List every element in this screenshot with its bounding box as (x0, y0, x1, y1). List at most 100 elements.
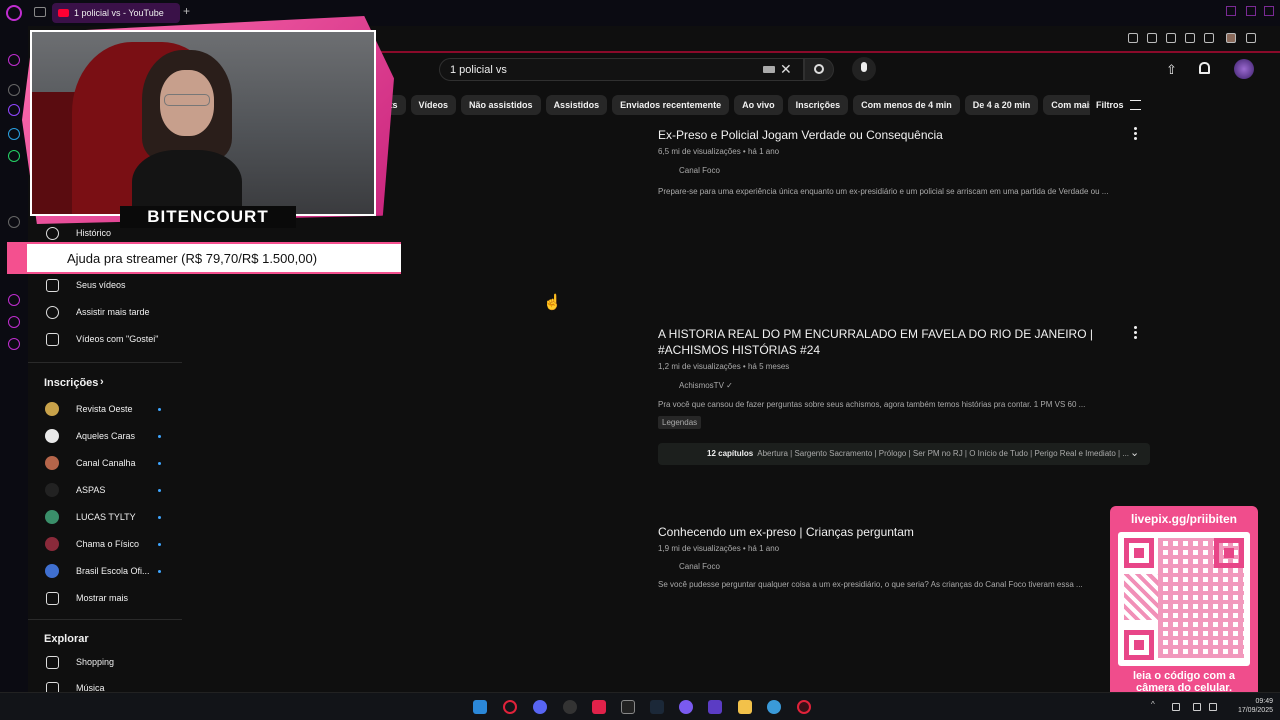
account-avatar[interactable] (1234, 59, 1254, 79)
video-title[interactable]: Conhecendo um ex-preso | Crianças pergun… (658, 524, 1158, 540)
filter-chip[interactable]: Assistidos (545, 95, 608, 115)
clear-search-icon[interactable]: ✕ (780, 61, 792, 78)
history-sidebar-icon[interactable] (8, 294, 20, 306)
filter-chip[interactable]: De 4 a 20 min (964, 95, 1039, 115)
search-button[interactable] (804, 58, 834, 81)
qr-code-icon (1118, 532, 1250, 666)
network-icon[interactable] (1193, 703, 1201, 711)
video-meta: 1,9 mi de visualizações • há 1 ano (658, 544, 780, 553)
player-icon[interactable] (1185, 33, 1195, 43)
sidebar-item-1[interactable]: Seus vídeos (28, 274, 182, 298)
streamer-name: BITENCOURT (120, 206, 296, 228)
channel-name[interactable]: Canal Foco (658, 166, 1158, 175)
bookmark-icon[interactable] (1128, 33, 1138, 43)
sidebar-item-3[interactable]: Vídeos com "Gostei" (28, 328, 182, 352)
search-input[interactable]: 1 policial vs (439, 58, 804, 81)
whatsapp-icon[interactable] (8, 150, 20, 162)
sidebar-item-2[interactable]: Assistir mais tarde (28, 301, 182, 325)
filter-chip[interactable]: Inscrições (787, 95, 849, 115)
settings-icon[interactable] (8, 84, 20, 96)
tray-app-icon[interactable] (1172, 703, 1180, 711)
maximize-icon[interactable] (1246, 6, 1256, 16)
windows-start-icon[interactable] (473, 700, 487, 714)
messenger-icon[interactable] (8, 128, 20, 140)
opera-active-icon[interactable] (797, 700, 811, 714)
filter-chip[interactable]: Com menos de 4 min (853, 95, 960, 115)
extensions-icon[interactable] (1166, 33, 1176, 43)
discord-icon[interactable] (533, 700, 547, 714)
subscription-item[interactable]: Chama o Físico (28, 533, 182, 557)
sidebar-settings-icon[interactable] (8, 338, 20, 350)
chevron-right-icon[interactable]: › (100, 376, 104, 388)
filter-chip[interactable]: Não assistidos (461, 95, 541, 115)
video-title[interactable]: Ex-Preso e Policial Jogam Verdade ou Con… (658, 127, 1158, 143)
video-title[interactable]: A HISTORIA REAL DO PM ENCURRALADO EM FAV… (658, 326, 1128, 358)
subscription-item[interactable]: LUCAS TYLTY (28, 506, 182, 530)
sidebar-divider (28, 362, 182, 363)
subscription-item[interactable]: Canal Canalha (28, 452, 182, 476)
volume-icon[interactable] (1209, 703, 1217, 711)
close-window-icon[interactable] (1264, 6, 1274, 16)
browser-tab[interactable]: 1 policial vs - YouTube (52, 3, 180, 23)
voice-search-button[interactable] (852, 57, 876, 81)
video-result-2[interactable]: A HISTORIA REAL DO PM ENCURRALADO EM FAV… (658, 326, 1128, 430)
chapters-count: 12 capítulos (707, 449, 754, 458)
subscription-item[interactable]: Revista Oeste (28, 398, 182, 422)
workspace-icon[interactable] (34, 7, 46, 17)
channel-avatar (45, 564, 59, 578)
channel-avatar (45, 456, 59, 470)
channel-name[interactable]: Canal Foco (658, 562, 1158, 571)
chapters-bar[interactable]: 12 capítulos Abertura | Sargento Sacramen… (658, 443, 1150, 465)
channel-avatar (45, 483, 59, 497)
opera-messenger-icon[interactable] (8, 54, 20, 66)
filters-button[interactable]: Filtros (1096, 100, 1124, 110)
subscription-item[interactable]: Brasil Escola Ofi... (28, 560, 182, 584)
video-result-3[interactable]: Conhecendo um ex-preso | Crianças pergun… (658, 524, 1158, 589)
sidebar-item-label: Histórico (76, 228, 112, 238)
heart-icon[interactable] (1204, 33, 1214, 43)
channel-name[interactable]: AchismosTV ✓ (658, 381, 1128, 390)
new-content-dot (158, 408, 161, 411)
sidebar-divider (28, 619, 182, 620)
twitch-icon[interactable] (8, 104, 20, 116)
minimize-icon[interactable] (1226, 6, 1236, 16)
filter-chip[interactable]: Vídeos (410, 95, 457, 115)
video-result-1[interactable]: Ex-Preso e Policial Jogam Verdade ou Con… (658, 127, 1158, 196)
upload-icon[interactable]: ⇧ (1166, 62, 1177, 78)
chevron-down-icon[interactable]: ⌄ (1130, 446, 1139, 459)
steam-icon[interactable] (650, 700, 664, 714)
new-tab-plus-icon[interactable]: + (183, 4, 190, 18)
more-options-icon[interactable] (1134, 127, 1137, 142)
tiktok-icon[interactable] (592, 700, 606, 714)
copilot-icon[interactable] (679, 700, 693, 714)
tray-chevron-icon[interactable]: ^ (1151, 700, 1159, 709)
obs-icon[interactable] (708, 700, 722, 714)
subscription-item[interactable]: Aqueles Caras (28, 425, 182, 449)
sidebar-item-label: Chama o Físico (76, 539, 140, 549)
subscriptions-heading[interactable]: Inscrições (44, 377, 98, 389)
subscription-item[interactable]: ASPAS (28, 479, 182, 503)
filter-chip[interactable]: Enviados recentemente (612, 95, 730, 115)
filter-chip[interactable]: Com mais (1043, 95, 1090, 115)
clock[interactable]: 09:49 17/09/2025 (1228, 697, 1273, 715)
app-icon[interactable] (563, 700, 577, 714)
epic-games-icon[interactable] (621, 700, 635, 714)
show-more-button[interactable]: Mostrar mais (28, 587, 182, 611)
opera-gx-icon[interactable] (503, 700, 517, 714)
menu-icon[interactable] (1246, 33, 1256, 43)
edge-icon[interactable] (767, 700, 781, 714)
profile-icon[interactable] (1226, 33, 1236, 43)
file-explorer-icon[interactable] (738, 700, 752, 714)
sidebar-item-label: Revista Oeste (76, 404, 133, 414)
keyboard-icon[interactable] (763, 66, 775, 73)
more-options-icon[interactable] (1134, 326, 1137, 341)
notifications-bell-icon[interactable] (1199, 62, 1210, 74)
explore-item-0[interactable]: Shopping (28, 651, 182, 675)
filters-sliders-icon[interactable] (1130, 100, 1141, 110)
opera-logo-icon[interactable] (6, 5, 22, 21)
filter-chip[interactable]: Ao vivo (734, 95, 783, 115)
x-icon[interactable] (8, 216, 20, 228)
snapshot-icon[interactable] (1147, 33, 1157, 43)
flow-icon[interactable] (8, 316, 20, 328)
verified-icon: ✓ (726, 381, 733, 390)
